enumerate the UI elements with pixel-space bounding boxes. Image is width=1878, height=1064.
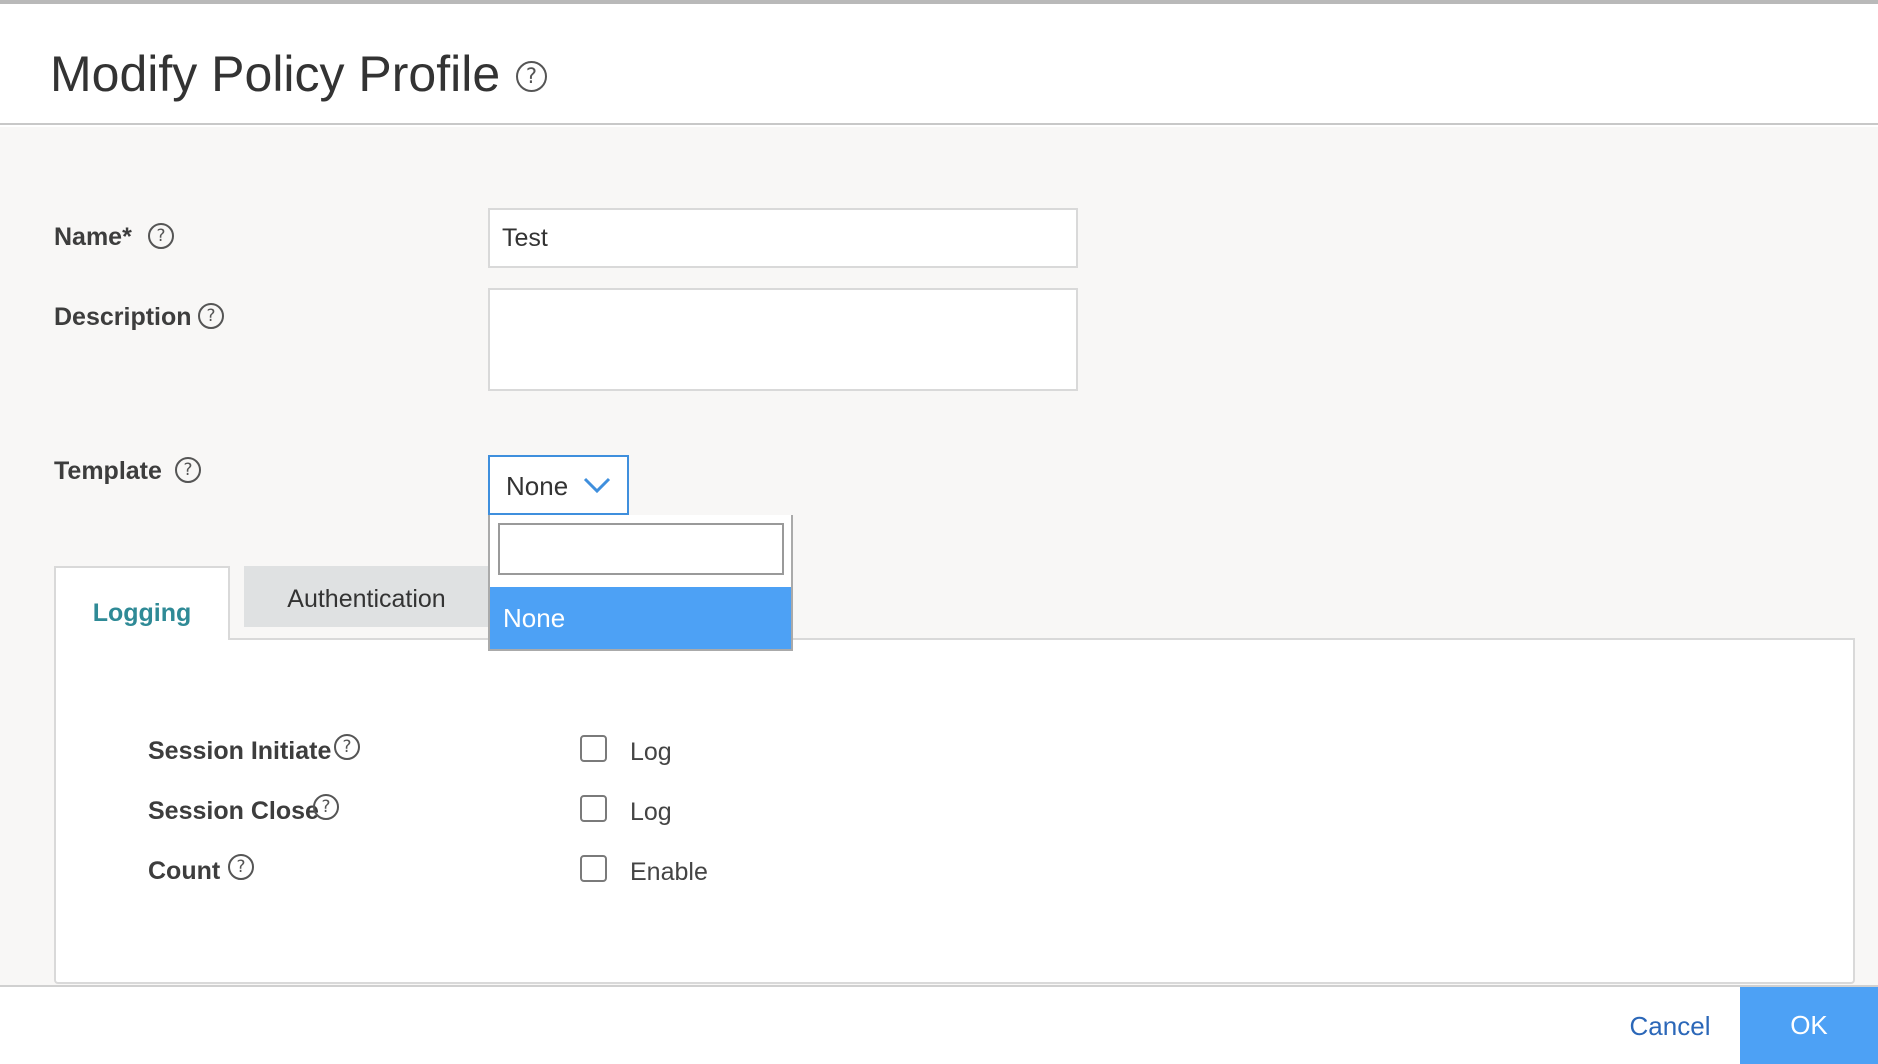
dialog-footer: Cancel OK	[0, 985, 1878, 1064]
tab-logging[interactable]: Logging	[54, 566, 230, 640]
session-close-label: Session Close	[148, 797, 319, 825]
template-dropdown: None	[488, 515, 793, 651]
name-label: Name*	[54, 223, 132, 251]
session-initiate-help-icon[interactable]: ?	[334, 734, 360, 760]
title-help-icon[interactable]: ?	[516, 61, 547, 92]
name-input[interactable]	[488, 208, 1078, 268]
modify-policy-profile-dialog: Modify Policy Profile ? Name* ? Descript…	[0, 0, 1878, 1064]
cancel-button[interactable]: Cancel	[1600, 987, 1740, 1064]
template-select[interactable]: None	[488, 455, 629, 515]
description-textarea[interactable]	[488, 288, 1078, 391]
page-title: Modify Policy Profile	[50, 46, 501, 102]
session-initiate-label: Session Initiate	[148, 737, 332, 765]
dialog-body: Name* ? Description ? Template ? None Au…	[0, 127, 1878, 985]
count-enable-checkbox[interactable]	[580, 855, 607, 882]
count-help-icon[interactable]: ?	[228, 854, 254, 880]
session-close-log-label: Log	[630, 798, 672, 826]
description-label: Description	[54, 303, 192, 331]
template-label: Template	[54, 457, 162, 485]
template-help-icon[interactable]: ?	[175, 457, 201, 483]
count-label: Count	[148, 857, 221, 885]
session-close-log-checkbox[interactable]	[580, 795, 607, 822]
template-dropdown-search-input[interactable]	[498, 523, 784, 575]
template-select-value: None	[506, 471, 569, 501]
logging-panel: Session Initiate ? Log Session Close ? L…	[54, 638, 1855, 984]
session-initiate-log-checkbox[interactable]	[580, 735, 607, 762]
count-enable-label: Enable	[630, 858, 708, 886]
name-help-icon[interactable]: ?	[148, 223, 174, 249]
session-initiate-log-label: Log	[630, 738, 672, 766]
dialog-header: Modify Policy Profile ?	[0, 4, 1878, 125]
template-option-none[interactable]: None	[490, 587, 791, 649]
chevron-down-icon	[583, 471, 611, 502]
description-help-icon[interactable]: ?	[198, 303, 224, 329]
ok-button[interactable]: OK	[1740, 987, 1878, 1064]
session-close-help-icon[interactable]: ?	[313, 794, 339, 820]
tab-authentication[interactable]: Authentication	[244, 566, 489, 627]
